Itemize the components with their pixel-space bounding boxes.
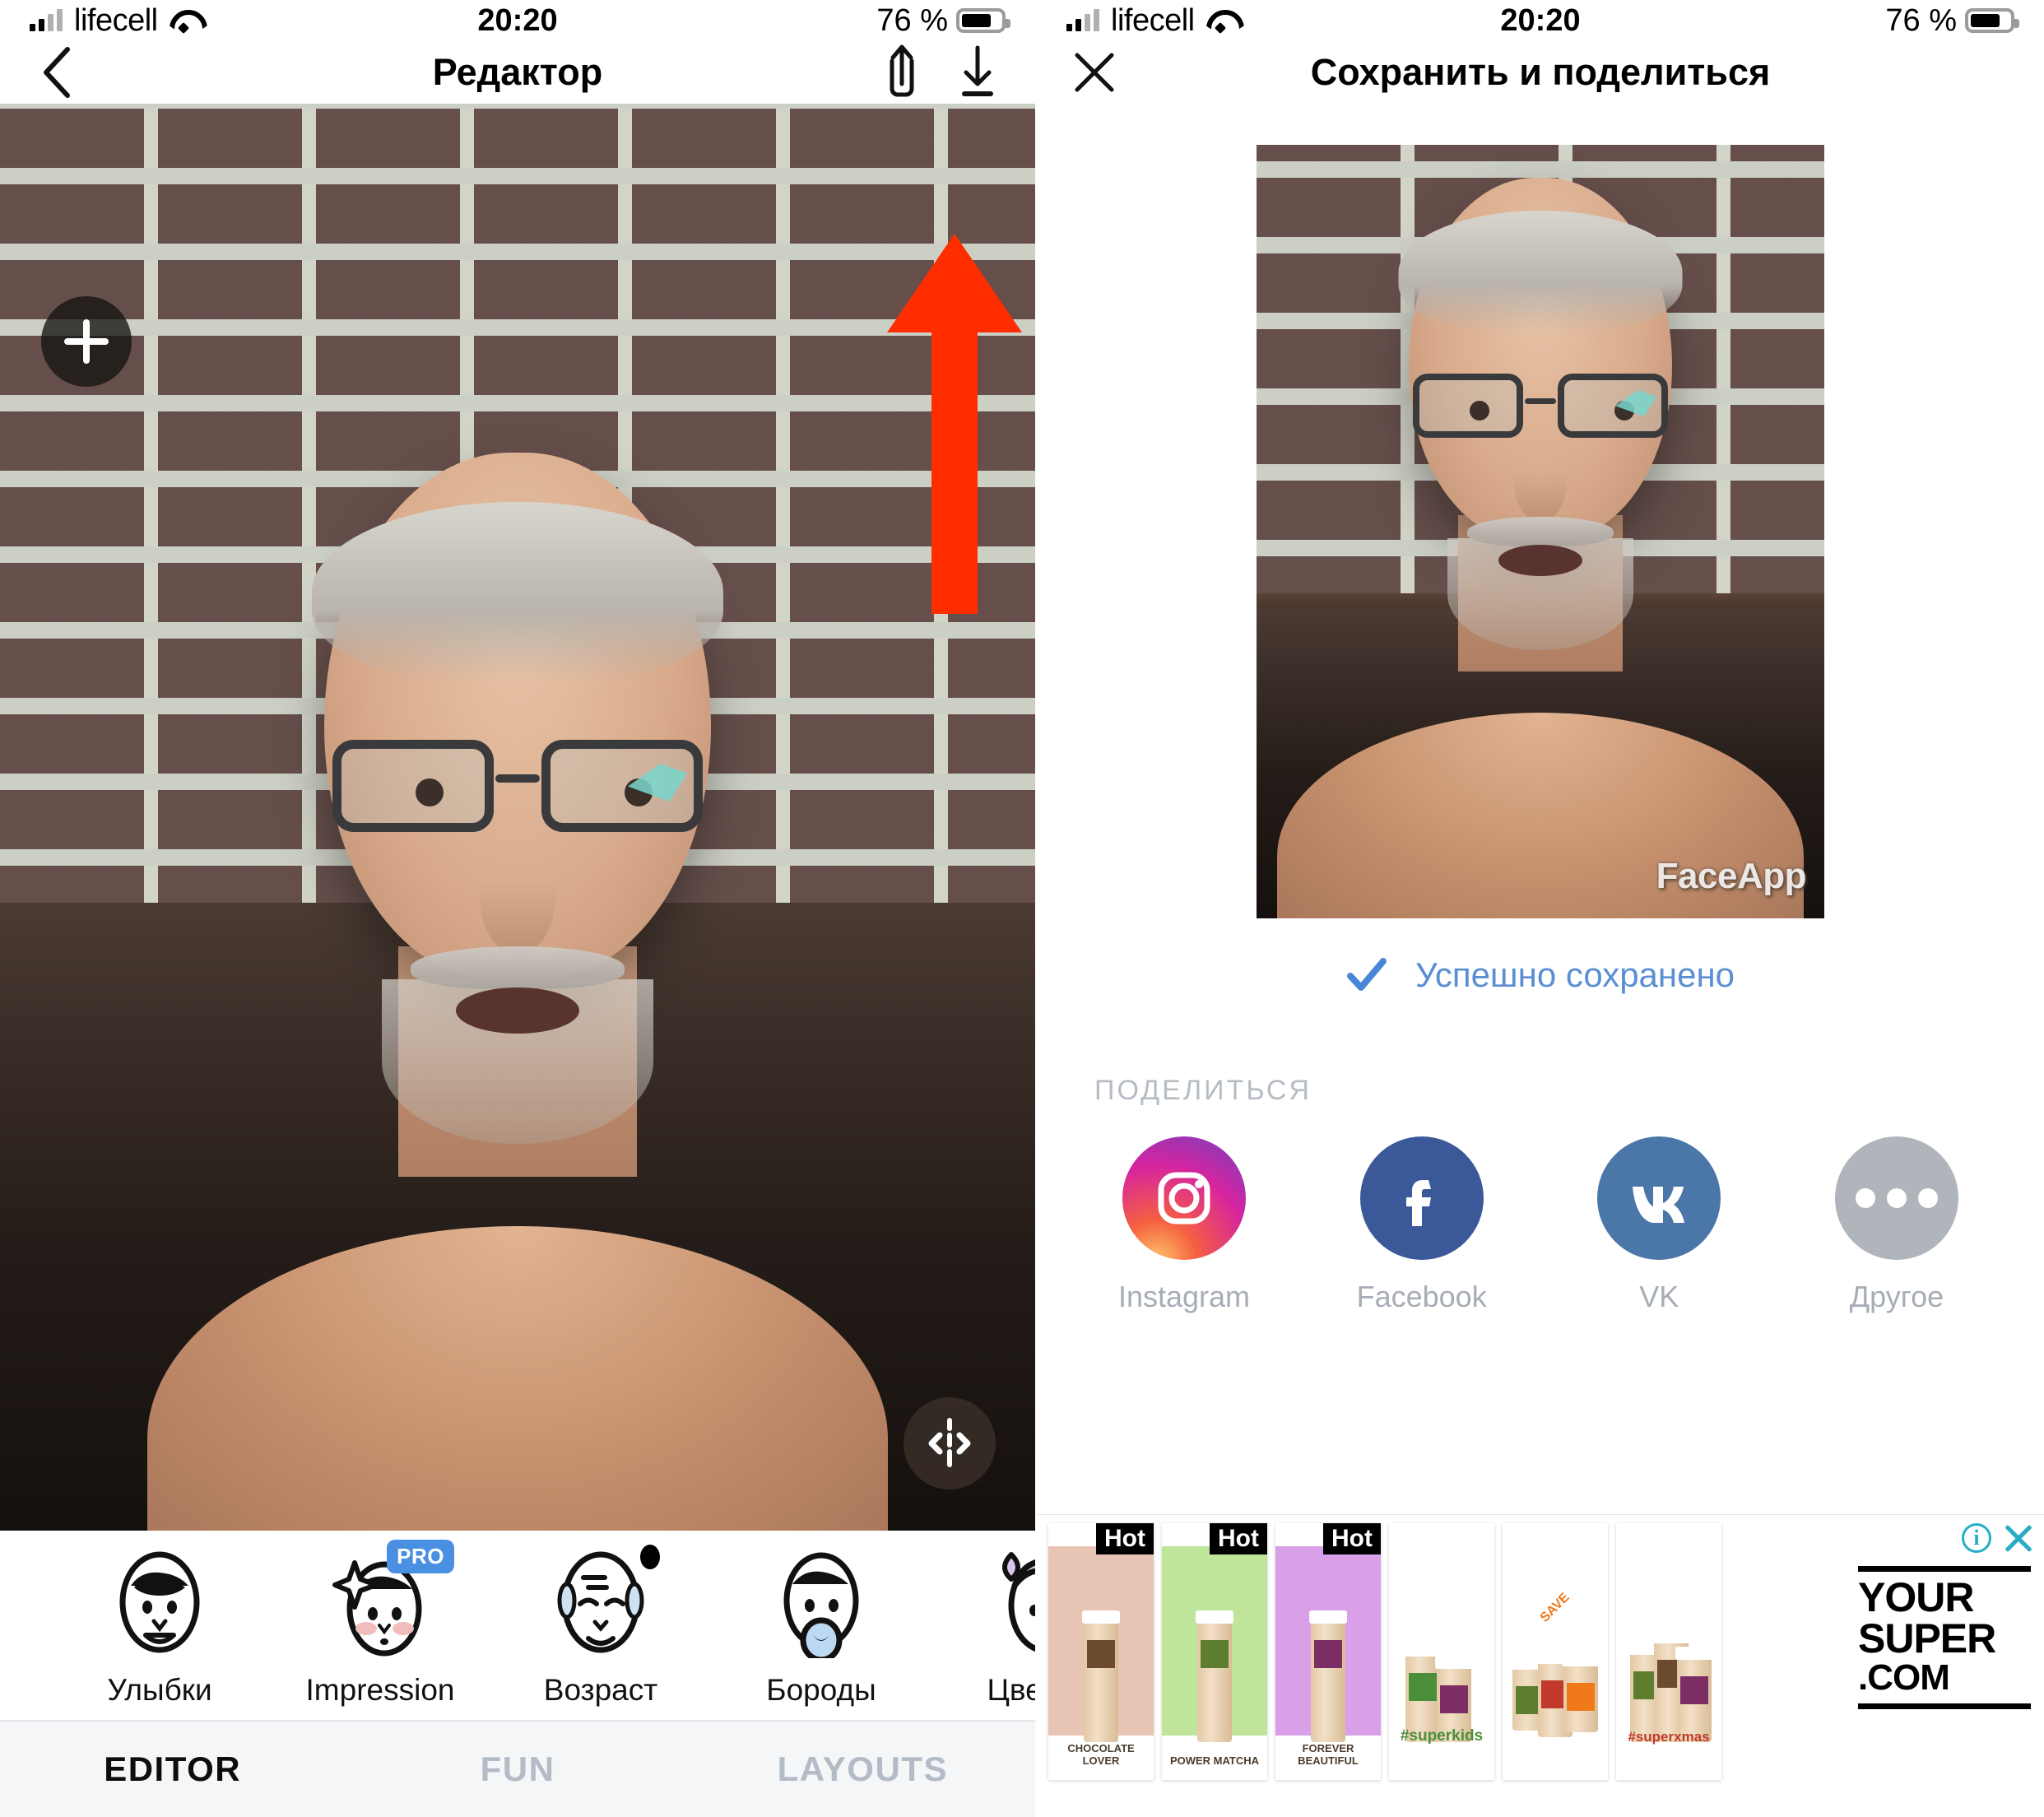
ad-product-name: CHOCOLATE LOVER [1067,1742,1135,1767]
new-indicator-dot [640,1545,660,1569]
ad-logo-rule-bottom [1858,1703,2031,1710]
filter-label: Цвета в [987,1673,1035,1707]
vk-icon [1597,1136,1721,1260]
share-item-facebook[interactable]: Facebook [1344,1136,1500,1314]
share-section: ПОДЕЛИТЬСЯ Instagram Facebook VK Другое [1037,1075,2044,1314]
filter-item-age[interactable]: Возраст [490,1543,711,1708]
left-phone-screen: lifecell 20:20 76 % Редактор Улыбки PRO … [0,0,1035,1817]
ad-logo-rule-top [1858,1566,2031,1572]
instagram-icon [1122,1136,1246,1260]
ad-tag: #superkids [1400,1727,1484,1745]
share-label: Instagram [1117,1280,1251,1313]
share-item-instagram[interactable]: Instagram [1106,1136,1262,1314]
facebook-icon [1359,1136,1484,1260]
saved-status-label: Успешно сохранено [1415,955,1735,994]
battery-icon [956,8,1010,33]
close-x-icon [1075,53,1114,92]
ad-badge: Hot [1210,1523,1267,1554]
right-nav-bar: Сохранить и поделиться [1037,41,2044,104]
share-upload-icon[interactable] [872,43,931,102]
face-hair-color-icon [988,1543,1035,1658]
ad-controls[interactable]: i [1962,1523,2032,1553]
editor-photo-canvas[interactable] [0,104,1035,1531]
pro-badge: PRO [387,1540,454,1573]
tab-editor[interactable]: EDITOR [0,1750,345,1789]
bottom-tab-bar[interactable]: EDITOR FUN LAYOUTS [0,1720,1035,1817]
filter-label: Возраст [543,1673,658,1707]
filter-label: Impression [305,1673,455,1707]
ad-tile[interactable]: SAVE [1503,1523,1608,1780]
ad-tag: #superxmas [1628,1729,1710,1745]
compare-slider-icon [928,1418,971,1467]
left-status-bar: lifecell 20:20 76 % [0,0,1035,41]
battery-percent-label: 76 % [876,2,948,38]
close-button[interactable] [1065,43,1124,102]
filter-item-beards[interactable]: Бороды [711,1543,931,1708]
add-photo-button[interactable] [41,296,132,387]
save-share-body: FaceApp Успешно сохранено ПОДЕЛИТЬСЯ Ins… [1037,104,2044,1514]
more-ellipsis-icon [1834,1136,1958,1260]
tab-fun[interactable]: FUN [345,1750,690,1789]
ad-product-strip[interactable]: Hot CHOCOLATE LOVER Hot POWER MATCHA Hot… [1037,1515,1721,1780]
checkmark-icon [1346,958,1387,991]
dual-screenshot-container: lifecell 20:20 76 % Редактор Улыбки PRO … [0,0,2044,1817]
battery-icon [1965,8,2019,33]
status-right-group: 76 % [876,2,1010,39]
saved-status-row: Успешно сохранено [1346,955,1735,996]
ad-tile[interactable]: Hot CHOCOLATE LOVER [1048,1523,1154,1780]
ad-product-name: POWER MATCHA [1169,1754,1260,1767]
filter-category-strip[interactable]: Улыбки PRO Impression Возраст Бороды Цве [0,1531,1035,1720]
ad-brand-line1: YOUR [1858,1574,1974,1620]
plus-icon [64,319,109,364]
battery-percent-label: 76 % [1885,2,1957,38]
tab-layouts[interactable]: LAYOUTS [690,1750,1035,1789]
share-section-title: ПОДЕЛИТЬСЯ [1094,1075,1312,1106]
compare-slider-handle[interactable] [904,1397,996,1489]
ad-brand-logo[interactable]: YOUR SUPER .COM [1858,1566,2031,1710]
ad-tile[interactable]: #superkids [1389,1523,1494,1780]
share-item-vk[interactable]: VK [1581,1136,1737,1314]
annotation-arrow-icon [872,227,1035,614]
right-status-bar: lifecell 20:20 76 % [1037,0,2044,41]
ad-badge: Hot [1323,1523,1381,1554]
ad-badge: Hot [1096,1523,1154,1554]
faceapp-watermark: FaceApp [1656,856,1807,896]
filter-item-impression[interactable]: PRO Impression [270,1540,490,1708]
filter-item-hair-color[interactable]: Цвета в [931,1543,1035,1708]
nav-actions [872,43,1007,102]
right-phone-screen: lifecell 20:20 76 % Сохранить и поделить… [1035,0,2044,1817]
photo-subject [147,379,888,1531]
face-smile-icon [106,1543,213,1658]
ad-product-name: FOREVER BEAUTIFUL [1298,1742,1359,1767]
share-item-other[interactable]: Другое [1819,1136,1975,1314]
ad-close-icon[interactable] [2003,1523,2032,1553]
status-right-group: 76 % [1885,2,2019,39]
ad-brand-line3: .COM [1858,1657,1950,1698]
ad-brand-line2: SUPER [1858,1615,1996,1661]
left-nav-bar: Редактор [0,41,1035,104]
filter-label: Бороды [766,1673,876,1707]
share-label: Другое [1849,1280,1944,1313]
page-title: Сохранить и поделиться [1310,51,1771,93]
ad-tile[interactable]: #superxmas [1616,1523,1721,1780]
share-label: VK [1639,1280,1679,1313]
face-beard-icon [768,1543,875,1663]
back-button[interactable] [28,43,87,102]
ad-info-icon[interactable]: i [1962,1523,1991,1553]
filter-item-smiles[interactable]: Улыбки [49,1543,270,1708]
ad-tile[interactable]: Hot POWER MATCHA [1162,1523,1267,1780]
ad-tile[interactable]: Hot FOREVER BEAUTIFUL [1275,1523,1381,1780]
share-icon-row: Instagram Facebook VK Другое [1094,1136,1986,1314]
face-age-icon [547,1543,654,1658]
result-preview-image[interactable]: FaceApp [1257,145,1824,918]
share-label: Facebook [1356,1280,1487,1313]
ad-banner[interactable]: Hot CHOCOLATE LOVER Hot POWER MATCHA Hot… [1037,1514,2044,1817]
download-icon[interactable] [948,43,1007,102]
filter-label: Улыбки [107,1673,212,1707]
